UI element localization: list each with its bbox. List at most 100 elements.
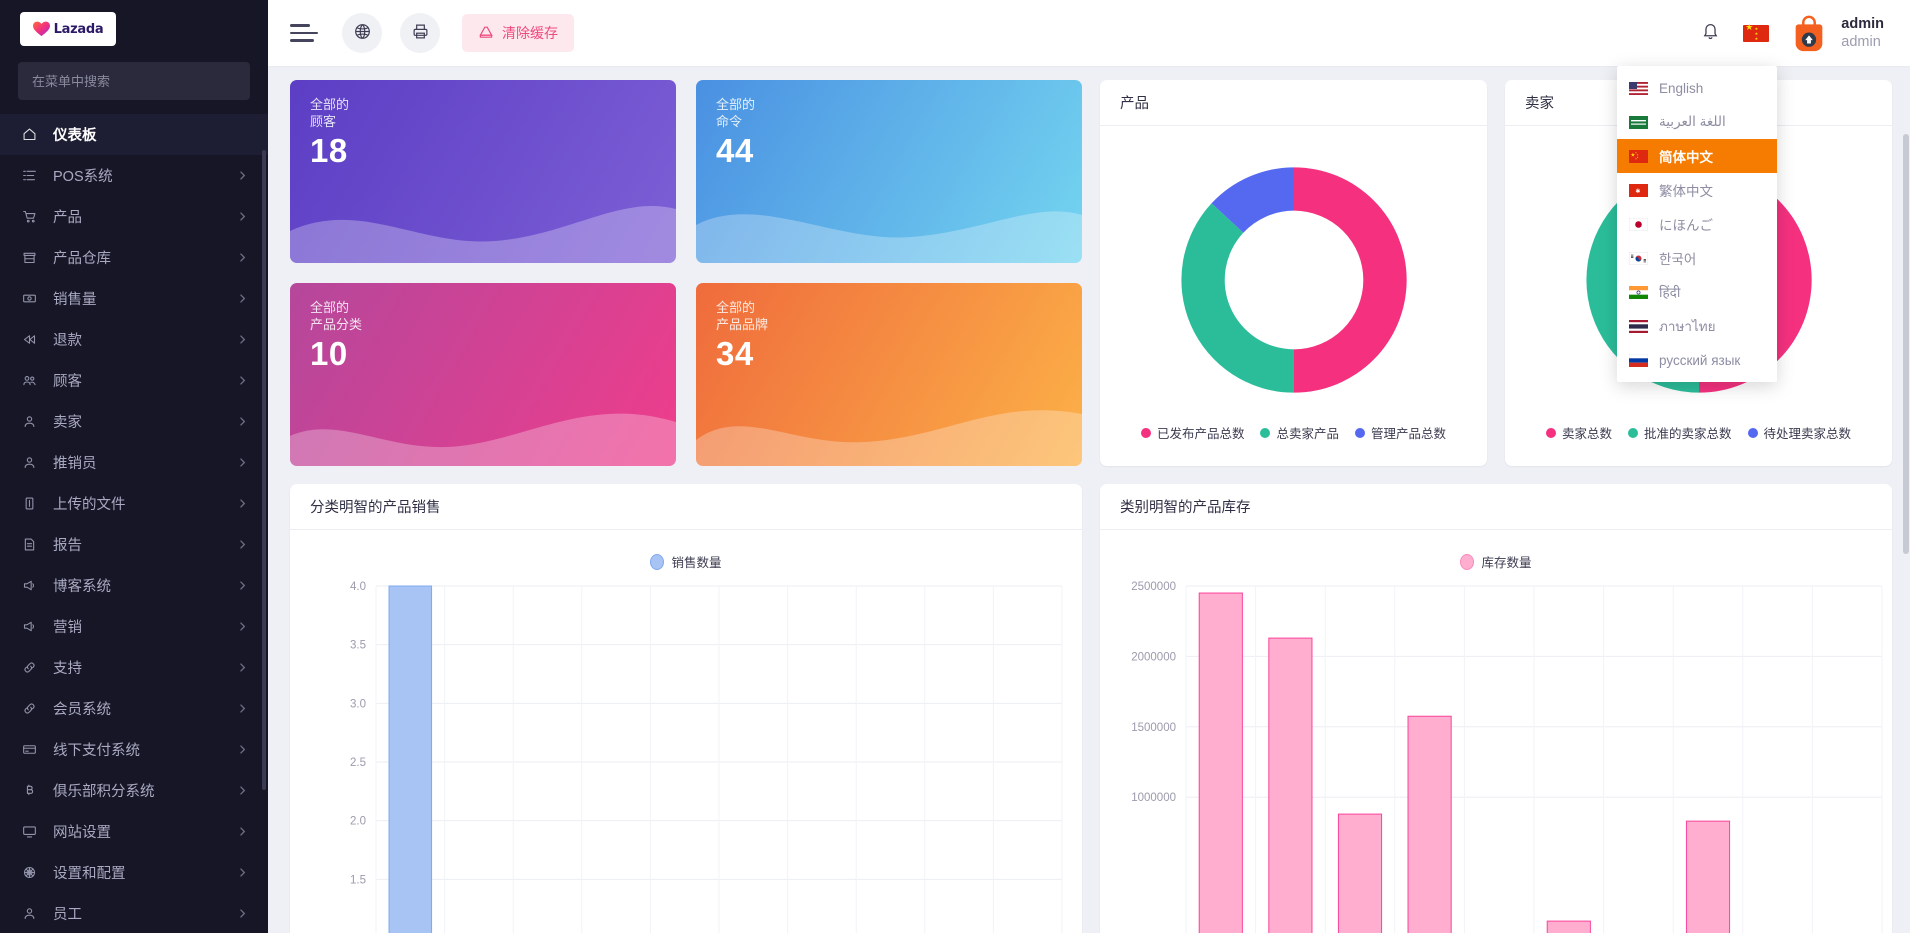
bar-5[interactable] [1547, 921, 1590, 933]
bar-3[interactable] [1408, 716, 1451, 933]
sidebar-nav: 仪表板POS系统产品产品仓库销售量退款顾客卖家推销员上传的文件报告博客系统营销支… [0, 110, 268, 933]
legend-item-2[interactable]: 管理产品总数 [1355, 423, 1446, 442]
sidebar-item-13[interactable]: 支持 [0, 647, 268, 688]
sidebar-item-12[interactable]: 营销 [0, 606, 268, 647]
sidebar-item-5[interactable]: 退款 [0, 319, 268, 360]
sidebar-item-label: 线下支付系统 [53, 739, 237, 760]
stat-card-2[interactable]: 全部的产品分类10 [290, 283, 676, 466]
flag-kr-icon [1629, 252, 1648, 265]
bar-0[interactable] [1199, 593, 1242, 933]
sidebar-item-11[interactable]: 博客系统 [0, 565, 268, 606]
legend-item-1[interactable]: 总卖家产品 [1260, 423, 1339, 442]
language-option-th[interactable]: ภาษาไทย [1617, 309, 1777, 343]
sales-chart-body: 销售数量 4.03.53.02.52.01.5 [290, 530, 1082, 933]
language-selector-button[interactable] [1732, 11, 1780, 55]
search-input[interactable] [18, 62, 250, 100]
sidebar-item-label: 销售量 [53, 288, 237, 309]
sidebar-item-label: 推销员 [53, 452, 237, 473]
products-legend: 已发布产品总数总卖家产品管理产品总数 [1100, 423, 1487, 442]
legend-item-1[interactable]: 批准的卖家总数 [1628, 423, 1732, 442]
sidebar-item-10[interactable]: 报告 [0, 524, 268, 565]
sidebar-item-16[interactable]: 俱乐部积分系统 [0, 770, 268, 811]
sales-legend-label: 销售数量 [671, 552, 721, 571]
stock-legend-label: 库存数量 [1481, 552, 1531, 571]
user-icon [22, 906, 42, 921]
language-option-kr[interactable]: 한국어 [1617, 241, 1777, 275]
y-axis-tick-label: 2000000 [1131, 651, 1176, 663]
sidebar-item-label: 顾客 [53, 370, 237, 391]
language-option-hk[interactable]: ✱繁体中文 [1617, 173, 1777, 207]
language-option-cn[interactable]: ★★★★★简体中文 [1617, 139, 1777, 173]
bar-1[interactable] [1269, 638, 1312, 933]
content-scrollbar[interactable] [1903, 134, 1909, 554]
sales-chart-legend: 销售数量 [290, 552, 1082, 571]
sidebar-item-label: 营销 [53, 616, 237, 637]
language-dropdown-menu[interactable]: Englishاللغة العربية★★★★★简体中文✱繁体中文にほんご 한국… [1617, 66, 1777, 382]
chevron-right-icon [237, 703, 248, 714]
money-icon [22, 291, 42, 306]
notifications-button[interactable] [1688, 11, 1732, 55]
card-icon [22, 742, 42, 757]
avatar[interactable] [1788, 11, 1830, 55]
sidebar: Lazada 仪表板POS系统产品产品仓库销售量退款顾客卖家推销员上传的文件报告… [0, 0, 268, 933]
legend-item-0[interactable]: 已发布产品总数 [1141, 423, 1245, 442]
language-option-label: 简体中文 [1659, 146, 1713, 166]
legend-label: 卖家总数 [1562, 423, 1612, 442]
stat-card-1[interactable]: 全部的命令44 [696, 80, 1082, 263]
brand-logo[interactable]: Lazada [0, 0, 268, 62]
bar-2[interactable] [1338, 814, 1381, 933]
legend-item-2[interactable]: 待处理卖家总数 [1748, 423, 1852, 442]
language-option-label: 한국어 [1659, 248, 1696, 268]
sidebar-item-3[interactable]: 产品仓库 [0, 237, 268, 278]
chevron-right-icon [237, 170, 248, 181]
sidebar-item-label: 会员系统 [53, 698, 237, 719]
sidebar-item-8[interactable]: 推销员 [0, 442, 268, 483]
sidebar-item-1[interactable]: POS系统 [0, 155, 268, 196]
bar-7[interactable] [1686, 821, 1729, 933]
stat-card-3[interactable]: 全部的产品品牌34 [696, 283, 1082, 466]
sidebar-item-18[interactable]: 设置和配置 [0, 852, 268, 893]
sales-bar-chart: 4.03.53.02.52.01.5 [290, 530, 1082, 933]
legend-item-0[interactable]: 卖家总数 [1546, 423, 1612, 442]
globe-button[interactable] [342, 13, 382, 53]
language-option-sa[interactable]: اللغة العربية [1617, 105, 1777, 139]
sidebar-item-6[interactable]: 顾客 [0, 360, 268, 401]
language-option-label: 繁体中文 [1659, 180, 1713, 200]
monitor-icon [22, 824, 42, 839]
bar-0[interactable] [389, 586, 432, 933]
lazada-heart-icon [33, 21, 50, 37]
chevron-right-icon [237, 375, 248, 386]
language-option-ru[interactable]: русский язык [1617, 343, 1777, 377]
stat-card-0[interactable]: 全部的顾客18 [290, 80, 676, 263]
language-option-label: हिंदी [1659, 283, 1680, 301]
clear-cache-button[interactable]: 清除缓存 [462, 14, 574, 52]
main-area: 清除缓存 [268, 0, 1910, 933]
sidebar-scrollbar[interactable] [262, 150, 266, 790]
stat-label-line1: 全部的 [716, 300, 755, 315]
language-option-label: にほんご [1659, 214, 1713, 234]
y-axis-tick-label: 1.5 [350, 874, 366, 886]
sidebar-item-0[interactable]: 仪表板 [0, 114, 268, 155]
topbar-right: admin admin [1688, 11, 1892, 55]
sidebar-item-9[interactable]: 上传的文件 [0, 483, 268, 524]
chevron-right-icon [237, 457, 248, 468]
sidebar-item-17[interactable]: 网站设置 [0, 811, 268, 852]
sidebar-item-label: 报告 [53, 534, 237, 555]
sidebar-item-15[interactable]: 线下支付系统 [0, 729, 268, 770]
sidebar-item-19[interactable]: 员工 [0, 893, 268, 933]
user-info[interactable]: admin admin [1841, 15, 1884, 51]
language-option-in[interactable]: हिंदी [1617, 275, 1777, 309]
sidebar-item-7[interactable]: 卖家 [0, 401, 268, 442]
print-button[interactable] [400, 13, 440, 53]
y-axis-tick-label: 2.5 [350, 757, 366, 769]
sales-legend-marker [650, 554, 664, 570]
sidebar-item-2[interactable]: 产品 [0, 196, 268, 237]
sidebar-item-4[interactable]: 销售量 [0, 278, 268, 319]
menu-toggle-icon[interactable] [290, 16, 324, 50]
language-option-us[interactable]: English [1617, 71, 1777, 105]
sidebar-item-14[interactable]: 会员系统 [0, 688, 268, 729]
file-icon [22, 496, 42, 511]
y-axis-tick-label: 1500000 [1131, 722, 1176, 734]
stat-label-line2: 产品品牌 [716, 317, 768, 332]
language-option-jp[interactable]: にほんご [1617, 207, 1777, 241]
